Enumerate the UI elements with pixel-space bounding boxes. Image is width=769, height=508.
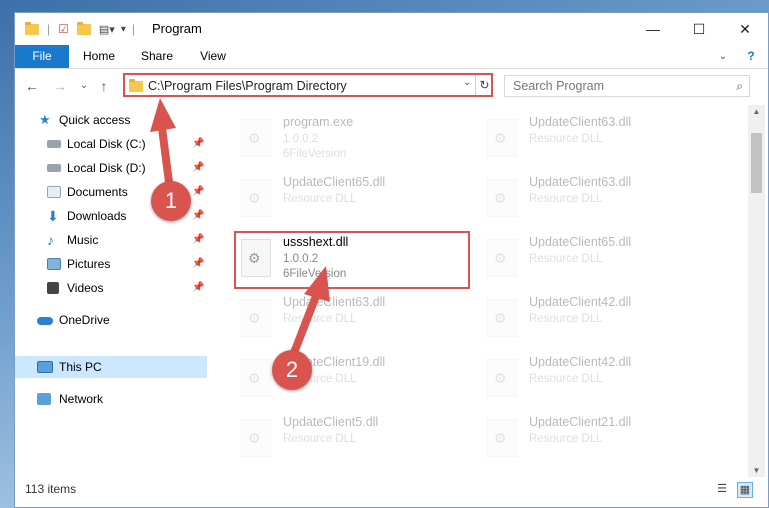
up-button[interactable]: ↑ [95, 77, 113, 95]
minimize-button[interactable]: — [630, 13, 676, 45]
sidebar-item-quick-access[interactable]: ★ Quick access [15, 109, 207, 131]
pin-icon[interactable]: 📌 [192, 157, 204, 179]
file-explorer-window: | ☑ ▤▾ ▾ | Program — ☐ ✕ File Home Share… [14, 12, 769, 508]
file-item[interactable]: UpdateClient19.dll Resource DLL [233, 351, 463, 407]
file-item[interactable]: UpdateClient65.dll Resource DLL [233, 171, 463, 227]
ribbon-tabs: File Home Share View ⌄ ? [15, 45, 768, 69]
documents-icon [47, 186, 61, 198]
file-item[interactable]: UpdateClient21.dll Resource DLL [479, 411, 709, 467]
music-icon: ♪ [47, 232, 54, 248]
drive-icon [47, 164, 61, 172]
sidebar-item-pictures[interactable]: Pictures 📌 [15, 253, 207, 275]
window-title: Program [152, 21, 202, 36]
search-icon[interactable]: ⌕ [736, 79, 743, 94]
title-bar: | ☑ ▤▾ ▾ | Program — ☐ ✕ [15, 13, 768, 45]
toolbar-dropdown-icon[interactable]: ▾ [121, 24, 126, 35]
tab-file[interactable]: File [15, 45, 69, 68]
callout-1: 1 [151, 181, 191, 221]
file-item[interactable]: UpdateClient63.dll Resource DLL [479, 111, 709, 167]
dll-file-icon [487, 299, 517, 337]
dll-file-icon [241, 419, 271, 457]
dll-file-icon [241, 299, 271, 337]
pin-icon[interactable]: 📌 [192, 277, 204, 299]
address-path[interactable]: C:\Program Files\Program Directory [148, 79, 347, 93]
file-item[interactable]: UpdateClient63.dll Resource DLL [479, 171, 709, 227]
recent-locations-button[interactable]: ⌄ [75, 77, 93, 95]
dll-file-icon [487, 239, 517, 277]
help-icon[interactable]: ? [741, 45, 761, 68]
drive-icon [47, 140, 61, 148]
sidebar-item-local-disk-c[interactable]: Local Disk (C:) 📌 [15, 133, 207, 155]
scrollbar-thumb[interactable] [751, 133, 762, 193]
pin-icon[interactable]: 📌 [192, 181, 204, 203]
pictures-icon [47, 258, 61, 270]
dll-file-icon [487, 119, 517, 157]
tab-home[interactable]: Home [77, 45, 121, 68]
downloads-icon: ⬇ [47, 208, 59, 224]
back-button[interactable]: ← [23, 77, 41, 95]
new-folder-icon[interactable] [76, 21, 91, 35]
scroll-down-icon[interactable]: ▼ [748, 466, 765, 475]
sidebar-item-onedrive[interactable]: OneDrive [15, 309, 207, 331]
scroll-up-icon[interactable]: ▲ [748, 107, 765, 116]
sidebar-item-videos[interactable]: Videos 📌 [15, 277, 207, 299]
item-count: 113 items [25, 482, 77, 496]
file-highlight-box [234, 231, 470, 289]
callout-2: 2 [272, 350, 312, 390]
file-list: program.exe 1.0.0.2 6FileVersion UpdateC… [213, 105, 749, 477]
pin-icon[interactable]: 📌 [192, 133, 204, 155]
dll-file-icon [487, 179, 517, 217]
dll-file-icon [241, 179, 271, 217]
status-bar: 113 items ☰ ▦ [15, 477, 768, 507]
address-dropdown-icon[interactable]: ⌄ [463, 77, 471, 88]
dll-file-icon [241, 359, 271, 397]
close-button[interactable]: ✕ [722, 13, 768, 45]
refresh-icon[interactable]: ↻ [475, 75, 493, 95]
sidebar-item-local-disk-d[interactable]: Local Disk (D:) 📌 [15, 157, 207, 179]
sidebar-item-this-pc[interactable]: This PC [15, 356, 207, 378]
address-row: ← → ⌄ ↑ C:\Program Files\Program Directo… [15, 69, 768, 103]
properties-icon[interactable]: ☑ [58, 22, 69, 36]
pin-icon[interactable]: 📌 [192, 205, 204, 227]
dll-file-icon [487, 359, 517, 397]
navigation-pane: ★ Quick access Local Disk (C:) 📌 Local D… [15, 109, 209, 469]
cloud-icon [37, 317, 53, 325]
file-item[interactable]: UpdateClient42.dll Resource DLL [479, 291, 709, 347]
search-placeholder: Search Program [513, 79, 605, 93]
tab-view[interactable]: View [191, 45, 235, 68]
large-icons-view-icon[interactable]: ▦ [737, 482, 753, 498]
file-item[interactable]: UpdateClient42.dll Resource DLL [479, 351, 709, 407]
details-view-icon[interactable]: ☰ [715, 482, 729, 496]
vertical-scrollbar[interactable]: ▲ ▼ [748, 105, 765, 477]
quick-access-toolbar: | ☑ ▤▾ ▾ | [25, 21, 135, 37]
computer-icon [37, 361, 53, 373]
forward-button[interactable]: → [51, 77, 69, 95]
file-item[interactable]: UpdateClient65.dll Resource DLL [479, 231, 709, 287]
file-item[interactable]: program.exe 1.0.0.2 6FileVersion [233, 111, 463, 167]
network-icon [37, 393, 51, 405]
address-bar[interactable]: C:\Program Files\Program Directory ⌄ ↻ [123, 73, 493, 97]
videos-icon [47, 282, 59, 294]
file-item[interactable]: UpdateClient63.dll Resource DLL [233, 291, 463, 347]
folder-icon [25, 21, 39, 35]
pin-icon[interactable]: 📌 [192, 253, 204, 275]
tab-share[interactable]: Share [135, 45, 179, 68]
folder-icon [129, 79, 143, 92]
chevron-down-icon[interactable]: ⌄ [715, 45, 731, 68]
sidebar-item-music[interactable]: ♪ Music 📌 [15, 229, 207, 251]
sidebar-item-network[interactable]: Network [15, 388, 207, 410]
exe-file-icon [241, 119, 271, 157]
file-item[interactable]: UpdateClient5.dll Resource DLL [233, 411, 463, 467]
star-icon: ★ [39, 112, 51, 127]
pin-icon[interactable]: 📌 [192, 229, 204, 251]
dll-file-icon [487, 419, 517, 457]
customize-toolbar-icon[interactable]: ▤▾ [99, 23, 115, 36]
search-input[interactable]: Search Program ⌕ [504, 75, 750, 97]
maximize-button[interactable]: ☐ [676, 13, 722, 45]
